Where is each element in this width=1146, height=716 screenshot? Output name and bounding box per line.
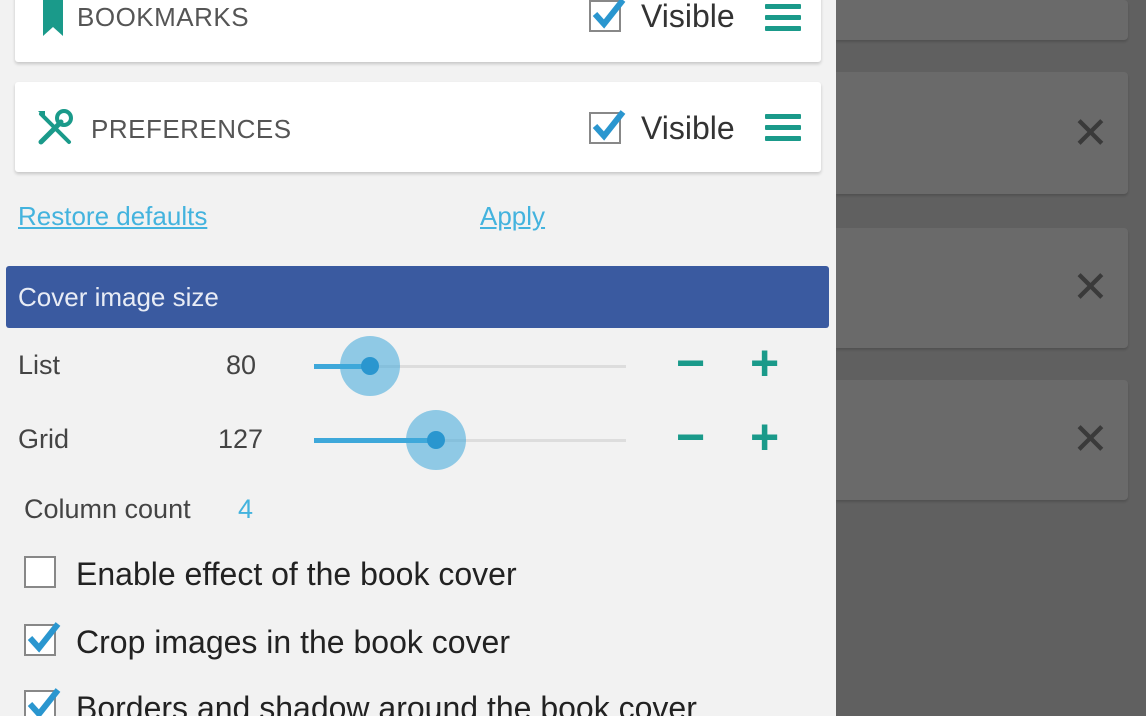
section-header-title: Cover image size — [18, 282, 219, 312]
section-title: BOOKMARKS — [77, 2, 250, 32]
slider-thumb[interactable] — [426, 431, 445, 449]
list-decrease-button[interactable]: − — [676, 338, 705, 388]
wrench-screwdriver-icon — [38, 109, 73, 145]
drag-handle-icon[interactable] — [765, 4, 801, 32]
option-checkbox[interactable] — [24, 556, 56, 588]
close-icon[interactable]: ✕ — [1072, 112, 1109, 156]
option-label: Enable effect of the book cover — [76, 556, 517, 592]
grid-size-slider[interactable] — [314, 410, 626, 470]
column-count-value[interactable]: 4 — [238, 494, 253, 525]
visible-checkbox[interactable] — [589, 0, 626, 32]
grid-decrease-button[interactable]: − — [676, 412, 705, 462]
visible-label: Visible — [641, 110, 735, 146]
apply-link[interactable]: Apply — [480, 201, 545, 232]
restore-defaults-link[interactable]: Restore defaults — [18, 201, 207, 232]
visible-label: Visible — [641, 0, 735, 34]
option-label: Crop images in the book cover — [76, 624, 510, 660]
bookmark-icon — [43, 0, 63, 36]
list-size-value: 80 — [226, 350, 257, 380]
visible-checkbox[interactable] — [589, 110, 626, 144]
option-label: Borders and shadow around the book cover — [76, 690, 697, 716]
cover-image-size-header: Cover image size — [6, 266, 829, 328]
list-size-label: List — [18, 350, 61, 380]
settings-panel: BOOKMARKS Visible PREFERENCES Visible Re… — [0, 0, 836, 716]
list-size-slider[interactable] — [314, 336, 626, 396]
grid-size-value: 127 — [218, 424, 264, 454]
grid-size-label: Grid — [18, 424, 70, 454]
close-icon[interactable]: ✕ — [1072, 418, 1109, 462]
section-card-bookmarks[interactable]: BOOKMARKS Visible — [15, 0, 821, 62]
close-icon[interactable]: ✕ — [1072, 266, 1109, 310]
option-checkbox[interactable] — [24, 622, 61, 656]
section-title: PREFERENCES — [91, 114, 292, 144]
list-increase-button[interactable]: + — [750, 338, 779, 388]
column-count-label: Column count — [24, 494, 191, 524]
section-card-preferences[interactable]: PREFERENCES Visible — [15, 82, 821, 172]
grid-increase-button[interactable]: + — [750, 412, 779, 462]
option-checkbox[interactable] — [24, 688, 61, 716]
background-card — [836, 0, 1128, 40]
drag-handle-icon[interactable] — [765, 114, 801, 142]
